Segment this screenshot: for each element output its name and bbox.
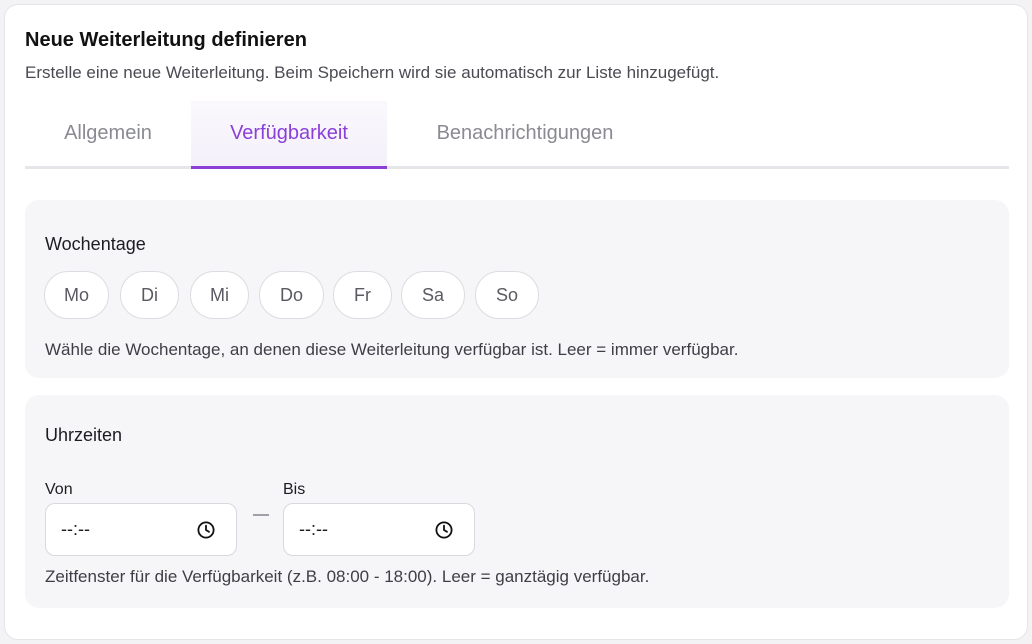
times-help-text: Zeitfenster für die Verfügbarkeit (z.B. …	[45, 567, 650, 586]
day-toggle-fr[interactable]: Fr	[333, 271, 392, 319]
to-time-input[interactable]: --:--	[283, 503, 475, 556]
day-toggle-di[interactable]: Di	[120, 271, 179, 319]
day-toggle-do[interactable]: Do	[259, 271, 324, 319]
weekdays-title: Wochentage	[45, 234, 146, 254]
tab-benachrichtigungen[interactable]: Benachrichtigungen	[405, 101, 645, 166]
from-time-input[interactable]: --:--	[45, 503, 237, 556]
from-time-value: --:--	[61, 519, 90, 539]
tab-verfuegbarkeit[interactable]: Verfügbarkeit	[191, 101, 387, 169]
to-time-value: --:--	[299, 519, 328, 539]
to-label: Bis	[283, 481, 306, 498]
day-toggle-mi[interactable]: Mi	[190, 271, 249, 319]
weekdays-section: Wochentage Mo Di Mi Do Fr Sa So Wähle di…	[25, 200, 1009, 378]
tab-allgemein[interactable]: Allgemein	[25, 101, 191, 166]
clock-icon[interactable]	[196, 520, 216, 540]
tab-bar: Allgemein Verfügbarkeit Benachrichtigung…	[25, 101, 1009, 169]
times-title: Uhrzeiten	[45, 425, 123, 445]
clock-icon[interactable]	[434, 520, 454, 540]
range-separator	[253, 514, 269, 516]
day-toggle-mo[interactable]: Mo	[44, 271, 109, 319]
from-label: Von	[45, 481, 73, 498]
times-section: Uhrzeiten Von --:-- Bis --:-- Zeitfenste…	[25, 395, 1009, 608]
weekdays-help-text: Wähle die Wochentage, an denen diese Wei…	[45, 340, 739, 359]
dialog-card: Neue Weiterleitung definieren Erstelle e…	[4, 4, 1028, 640]
dialog-title: Neue Weiterleitung definieren	[25, 29, 307, 51]
day-toggle-so[interactable]: So	[475, 271, 539, 319]
dialog-subtitle: Erstelle eine neue Weiterleitung. Beim S…	[25, 63, 720, 82]
day-toggle-sa[interactable]: Sa	[401, 271, 465, 319]
